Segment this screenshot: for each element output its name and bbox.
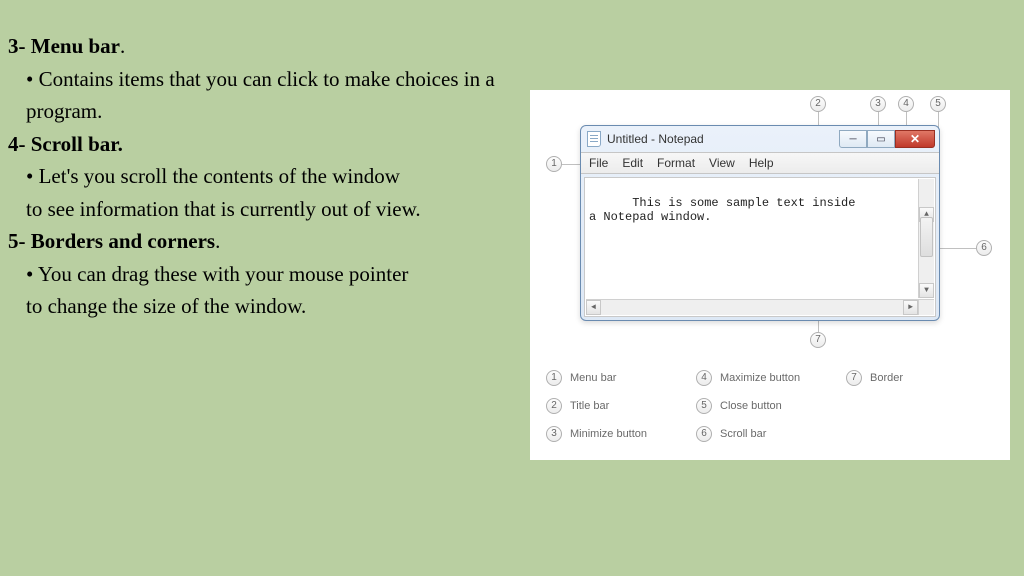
callout-7: 7 bbox=[810, 332, 826, 348]
legend-item: 6Scroll bar bbox=[696, 426, 846, 442]
scroll-bar-desc-2: to see information that is currently out… bbox=[8, 193, 528, 226]
text-area[interactable]: This is some sample text inside a Notepa… bbox=[584, 177, 936, 317]
menu-bar-desc: • Contains items that you can click to m… bbox=[8, 63, 528, 128]
callout-1: 1 bbox=[546, 156, 562, 172]
legend-item: 1Menu bar bbox=[546, 370, 696, 386]
borders-desc-2: to change the size of the window. bbox=[8, 290, 528, 323]
menu-help[interactable]: Help bbox=[749, 156, 774, 170]
heading-menu-bar: 3- Menu bar bbox=[8, 34, 120, 58]
legend-item: 3Minimize button bbox=[546, 426, 696, 442]
callout-3: 3 bbox=[870, 96, 886, 112]
vertical-scrollbar[interactable]: ▲ ▼ bbox=[918, 179, 934, 298]
callout-2: 2 bbox=[810, 96, 826, 112]
borders-desc-1: • You can drag these with your mouse poi… bbox=[8, 258, 528, 291]
diagram-legend: 1Menu bar 4Maximize button 7Border 2Titl… bbox=[546, 370, 996, 442]
notepad-diagram: 2 3 4 5 1 6 7 Untitled - Notepad ─ ▭ ✕ F… bbox=[530, 90, 1010, 460]
menu-file[interactable]: File bbox=[589, 156, 608, 170]
horizontal-scrollbar[interactable]: ◄ ► bbox=[586, 299, 918, 315]
legend-item: 4Maximize button bbox=[696, 370, 846, 386]
scroll-bar-desc-1: • Let's you scroll the contents of the w… bbox=[8, 160, 528, 193]
scroll-right-icon[interactable]: ► bbox=[903, 300, 918, 315]
menu-format[interactable]: Format bbox=[657, 156, 695, 170]
close-button[interactable]: ✕ bbox=[895, 130, 935, 148]
sample-text: This is some sample text inside a Notepa… bbox=[589, 196, 855, 224]
callout-6: 6 bbox=[976, 240, 992, 256]
legend-item: 7Border bbox=[846, 370, 996, 386]
notepad-icon bbox=[587, 131, 601, 147]
maximize-button[interactable]: ▭ bbox=[867, 130, 895, 148]
notepad-window: Untitled - Notepad ─ ▭ ✕ File Edit Forma… bbox=[580, 125, 940, 321]
heading-scroll-bar: 4- Scroll bar. bbox=[8, 128, 528, 161]
resize-corner[interactable] bbox=[918, 299, 934, 315]
scroll-thumb[interactable] bbox=[920, 217, 933, 257]
legend-item: 5Close button bbox=[696, 398, 846, 414]
definitions-text: 3- Menu bar. • Contains items that you c… bbox=[8, 30, 528, 323]
scroll-down-icon[interactable]: ▼ bbox=[919, 283, 934, 298]
legend-item: 2Title bar bbox=[546, 398, 696, 414]
window-title: Untitled - Notepad bbox=[607, 132, 839, 146]
heading-borders: 5- Borders and corners bbox=[8, 229, 215, 253]
menu-view[interactable]: View bbox=[709, 156, 735, 170]
callout-5: 5 bbox=[930, 96, 946, 112]
scroll-left-icon[interactable]: ◄ bbox=[586, 300, 601, 315]
title-bar[interactable]: Untitled - Notepad ─ ▭ ✕ bbox=[581, 126, 939, 152]
menu-bar: File Edit Format View Help bbox=[581, 152, 939, 174]
minimize-button[interactable]: ─ bbox=[839, 130, 867, 148]
callout-4: 4 bbox=[898, 96, 914, 112]
menu-edit[interactable]: Edit bbox=[622, 156, 643, 170]
